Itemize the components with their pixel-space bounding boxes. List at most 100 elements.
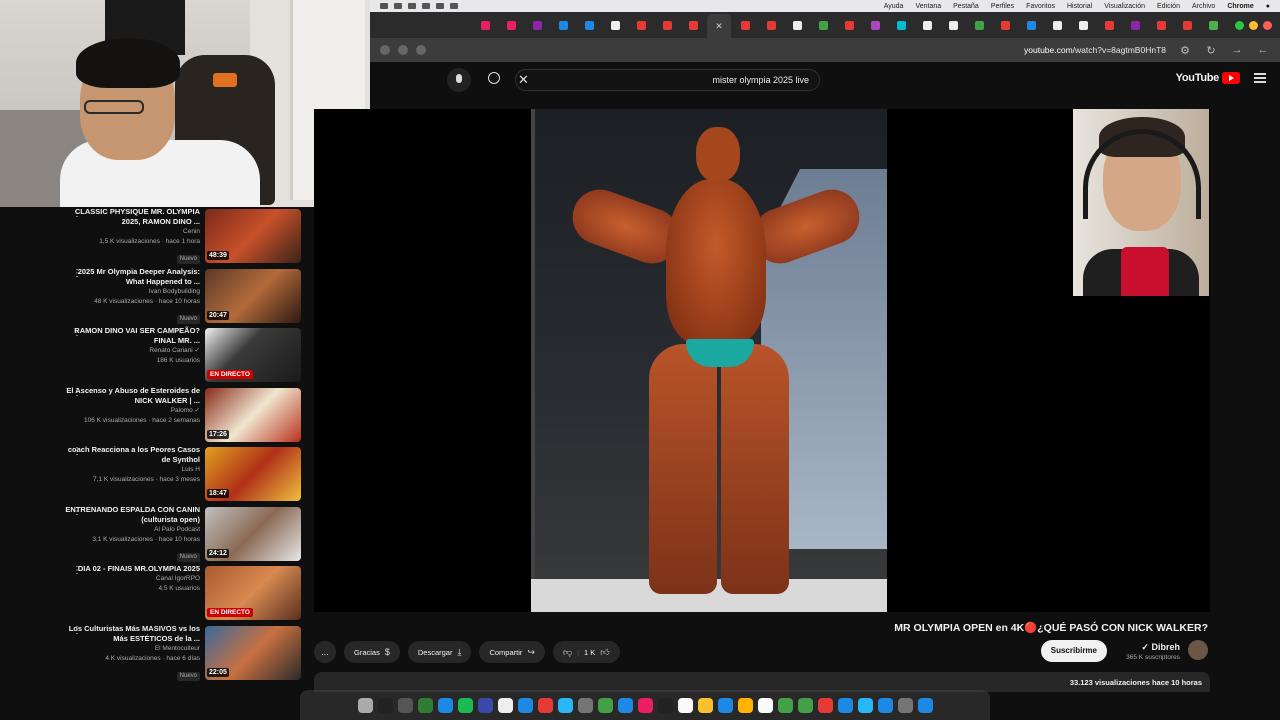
menu-item-favoritos[interactable]: Favoritos — [1026, 3, 1055, 10]
status-icon[interactable] — [408, 3, 416, 9]
close-tab-icon[interactable]: ✕ — [715, 21, 723, 32]
reload-icon[interactable]: ↻ — [1204, 44, 1218, 57]
status-icon[interactable] — [394, 3, 402, 9]
mail-icon[interactable] — [857, 697, 873, 713]
like-icon[interactable]: 👍︎ — [600, 647, 609, 658]
app-icon[interactable] — [577, 697, 593, 713]
status-icon[interactable] — [422, 3, 430, 9]
pinned-tab[interactable] — [473, 15, 497, 35]
recommendation-channel[interactable]: Al Palo Podcast — [60, 525, 200, 535]
app-icon[interactable] — [517, 697, 533, 713]
messages-icon[interactable] — [797, 697, 813, 713]
pinned-tab[interactable] — [499, 15, 523, 35]
app-icon[interactable] — [417, 697, 433, 713]
more-options-icon[interactable]: ⋮ — [72, 506, 82, 517]
pinned-tab[interactable] — [1123, 15, 1147, 35]
back-icon[interactable]: ← — [1256, 44, 1270, 56]
status-icon[interactable] — [380, 3, 388, 9]
recommendation-channel[interactable]: Renato Cariani ✓ — [60, 346, 200, 356]
video-thumbnail[interactable]: 17:26 — [205, 387, 301, 442]
menu-item-ventana[interactable]: Ventana — [915, 3, 941, 10]
app-icon[interactable] — [717, 697, 733, 713]
pinned-tab[interactable] — [1045, 15, 1069, 35]
spotify-icon[interactable] — [457, 697, 473, 713]
trash-icon[interactable] — [357, 697, 373, 713]
recommendation-channel[interactable]: Palomo ✓ — [60, 406, 200, 416]
app-icon[interactable] — [397, 697, 413, 713]
menu-item-archivo[interactable]: Archivo — [1192, 3, 1215, 10]
youtube-logo[interactable]: YouTube — [1176, 72, 1240, 84]
app-icon[interactable] — [777, 697, 793, 713]
extension-icon[interactable] — [398, 45, 408, 55]
channel-name[interactable]: ✓ Dibreh — [1141, 642, 1180, 653]
pinned-tab[interactable] — [941, 15, 965, 35]
video-thumbnail[interactable]: 48:39 — [205, 209, 301, 263]
pinned-tab[interactable] — [759, 15, 783, 35]
video-thumbnail[interactable]: 22:05 — [205, 625, 301, 680]
app-icon[interactable] — [877, 697, 893, 713]
pinned-tab[interactable] — [1149, 15, 1173, 35]
recommendation-item[interactable]: 17:26 El Ascenso y Abuso de Esteroides d… — [0, 386, 310, 445]
pinned-tab[interactable] — [837, 15, 861, 35]
menu-item-edicion[interactable]: Edición — [1157, 3, 1180, 10]
app-icon[interactable] — [497, 697, 513, 713]
app-icon[interactable] — [677, 697, 693, 713]
close-window-icon[interactable] — [1263, 20, 1272, 30]
menu-item-pestana[interactable]: Pestaña — [953, 3, 979, 10]
recommendation-item[interactable]: 48:39 CLASSIC PHYSIQUE MR. OLYMPIA 2025,… — [0, 207, 310, 266]
menu-item-ayuda[interactable]: Ayuda — [884, 3, 904, 10]
share-button[interactable]: Compartir ↪ — [479, 641, 545, 663]
more-options-icon[interactable]: ⋮ — [72, 387, 82, 398]
pinned-tab[interactable] — [733, 15, 757, 35]
download-button[interactable]: Descargar ⤓ — [407, 641, 472, 663]
recommendation-channel[interactable]: Ivan Bodybuilding — [60, 287, 200, 297]
more-options-icon[interactable]: ⋮ — [72, 625, 82, 636]
minimize-window-icon[interactable] — [1249, 20, 1258, 30]
extension-icon[interactable] — [380, 45, 390, 55]
app-icon[interactable] — [597, 697, 613, 713]
more-options-icon[interactable]: ⋮ — [72, 209, 82, 219]
chrome-icon[interactable] — [537, 697, 553, 713]
status-icon[interactable] — [450, 3, 458, 9]
menu-item-historial[interactable]: Historial — [1067, 3, 1092, 10]
thanks-button[interactable]: Gracias $ — [344, 641, 400, 663]
site-info-icon[interactable]: ⚙ — [1178, 44, 1192, 57]
recommendation-item[interactable]: 22:05 Los Culturistas Más MASIVOS vs los… — [0, 624, 310, 683]
app-icon[interactable] — [657, 697, 673, 713]
video-thumbnail[interactable]: 18:47 — [205, 447, 301, 501]
app-icon[interactable] — [837, 697, 853, 713]
calendar-icon[interactable] — [757, 697, 773, 713]
menu-icon[interactable] — [1254, 73, 1266, 83]
pinned-tab[interactable] — [967, 15, 991, 35]
voice-search-icon[interactable] — [447, 68, 471, 92]
app-icon[interactable] — [637, 697, 653, 713]
active-tab[interactable]: ✕ — [707, 14, 731, 38]
pinned-tab[interactable] — [1201, 15, 1225, 35]
recommendation-item[interactable]: 18:47 coach Reacciona a los Peores Casos… — [0, 445, 310, 504]
pinned-tab[interactable] — [863, 15, 887, 35]
more-options-icon[interactable]: ⋮ — [72, 447, 82, 457]
recommendation-channel[interactable]: Cenin — [60, 227, 200, 237]
recommendation-channel[interactable]: El Mentoculteur — [60, 644, 200, 654]
more-options-icon[interactable]: ⋮ — [72, 268, 82, 279]
pinned-tab[interactable] — [1019, 15, 1043, 35]
clear-search-icon[interactable]: ✕ — [518, 72, 529, 88]
more-options-icon[interactable]: ⋮ — [72, 566, 82, 576]
menu-item-visualizacion[interactable]: Visualización — [1104, 3, 1145, 10]
app-store-icon[interactable] — [617, 697, 633, 713]
video-thumbnail[interactable]: EN DIRECTO — [205, 566, 301, 620]
pinned-tab[interactable] — [1175, 15, 1199, 35]
pinned-tab[interactable] — [603, 15, 627, 35]
pinned-tab[interactable] — [785, 15, 809, 35]
profile-icon[interactable] — [416, 45, 426, 55]
app-icon[interactable] — [557, 697, 573, 713]
app-icon[interactable] — [477, 697, 493, 713]
url-field[interactable]: youtube.com/watch?v=8agtmB0HnT8 — [1024, 45, 1166, 55]
app-icon[interactable] — [437, 697, 453, 713]
recommendation-item[interactable]: EN DIRECTO RAMON DINO VAI SER CAMPEÃO? F… — [0, 326, 310, 385]
menu-item-perfiles[interactable]: Perfiles — [991, 3, 1014, 10]
pinned-tab[interactable] — [525, 15, 549, 35]
apple-menu-icon[interactable]: ● — [1266, 3, 1270, 10]
search-icon[interactable] — [488, 72, 500, 84]
pinned-tab[interactable] — [1071, 15, 1095, 35]
